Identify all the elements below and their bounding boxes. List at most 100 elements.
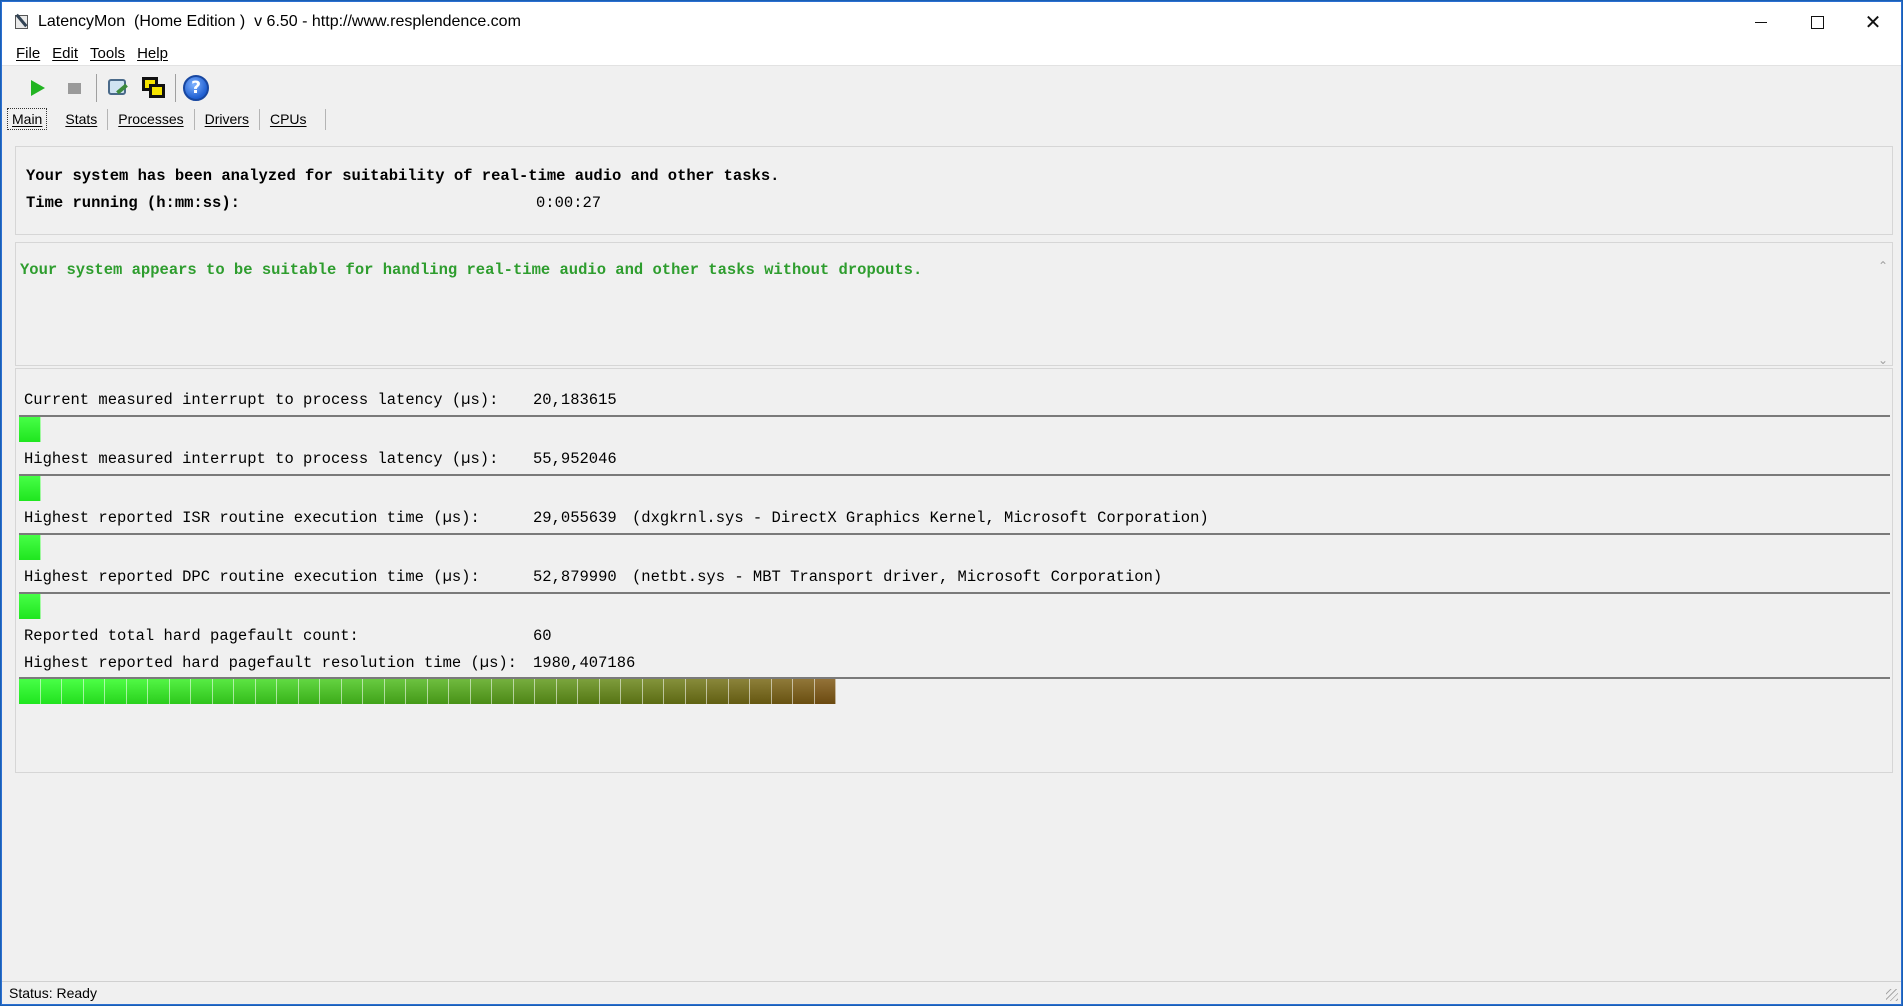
meter-segment (492, 679, 514, 704)
meter-segment (19, 417, 41, 442)
meter-segment (83, 679, 105, 704)
meter-segment (105, 679, 127, 704)
toolbar: ? (2, 71, 216, 105)
metric-value: 29,055639 (533, 509, 617, 527)
pagefault-count-value: 60 (533, 627, 552, 645)
meter-segment (298, 679, 320, 704)
tab-processes[interactable]: Processes (108, 108, 195, 130)
pagefault-time-value: 1980,407186 (533, 654, 636, 672)
menu-help[interactable]: Help (131, 45, 174, 62)
title-bar[interactable]: LatencyMon (Home Edition ) v 6.50 - http… (2, 2, 1901, 42)
help-button[interactable]: ? (180, 72, 212, 104)
meter-segment (642, 679, 664, 704)
meter-segment (814, 679, 836, 704)
metrics-panel: Current measured interrupt to process la… (15, 368, 1893, 773)
menu-edit[interactable]: Edit (46, 45, 84, 62)
metric-label: Highest measured interrupt to process la… (24, 450, 499, 468)
meter-segment (449, 679, 471, 704)
meter-segment (750, 679, 772, 704)
meter-segment (169, 679, 191, 704)
meter-segment (19, 679, 41, 704)
meter-segment (212, 679, 234, 704)
metric-detail: (dxgkrnl.sys - DirectX Graphics Kernel, … (632, 509, 1209, 527)
meter-segment (535, 679, 557, 704)
close-button[interactable]: ✕ (1845, 2, 1901, 42)
latency-meter (19, 415, 1890, 442)
stop-icon (67, 82, 81, 94)
metric-detail: (netbt.sys - MBT Transport driver, Micro… (632, 568, 1163, 586)
dpc-meter (19, 592, 1890, 619)
pagefault-count-label: Reported total hard pagefault count: (24, 627, 359, 645)
analysis-summary: Your system has been analyzed for suitab… (26, 167, 780, 185)
verdict-scrollbar[interactable]: ⌃ ⌄ (1874, 259, 1892, 367)
meter-segment (148, 679, 170, 704)
meter-segment (470, 679, 492, 704)
pagefault-meter (19, 677, 1890, 704)
resize-grip-icon[interactable] (1886, 989, 1898, 1001)
help-icon: ? (183, 75, 209, 101)
verdict-text: Your system appears to be suitable for h… (20, 261, 923, 279)
play-icon (31, 80, 45, 96)
toolbar-separator (96, 74, 97, 102)
meter-segment (384, 679, 406, 704)
minimize-icon (1755, 21, 1767, 23)
latency-meter (19, 474, 1890, 501)
meter-segment (664, 679, 686, 704)
meter-segment (621, 679, 643, 704)
meter-segment (771, 679, 793, 704)
menu-file[interactable]: File (10, 45, 46, 62)
stop-button[interactable] (58, 72, 90, 104)
meter-segment (363, 679, 385, 704)
tab-stats[interactable]: Stats (55, 108, 109, 130)
verdict-panel: Your system appears to be suitable for h… (15, 242, 1893, 367)
metric-label: Current measured interrupt to process la… (24, 391, 499, 409)
tools-button[interactable] (101, 72, 133, 104)
meter-segment (191, 679, 213, 704)
tab-drivers[interactable]: Drivers (195, 108, 260, 130)
meter-segment (62, 679, 84, 704)
meter-segment (556, 679, 578, 704)
minimize-button[interactable] (1733, 2, 1789, 42)
app-icon (15, 13, 31, 30)
start-button[interactable] (22, 72, 54, 104)
tab-cpus[interactable]: CPUs (260, 108, 326, 130)
meter-segment (427, 679, 449, 704)
metric-value: 52,879990 (533, 568, 617, 586)
windows-button[interactable] (137, 72, 169, 104)
meter-segment (320, 679, 342, 704)
tab-main[interactable]: Main (7, 108, 48, 130)
summary-panel: Your system has been analyzed for suitab… (15, 146, 1893, 235)
meter-segment (234, 679, 256, 704)
scroll-down-icon[interactable]: ⌄ (1878, 353, 1888, 367)
metric-value: 20,183615 (533, 391, 617, 409)
meter-segment (707, 679, 729, 704)
metric-label: Highest reported ISR routine execution t… (24, 509, 480, 527)
close-icon: ✕ (1864, 10, 1882, 34)
meter-segment (126, 679, 148, 704)
window-title: LatencyMon (Home Edition ) v 6.50 - http… (38, 13, 521, 30)
app-window: LatencyMon (Home Edition ) v 6.50 - http… (1, 1, 1902, 1005)
toolbar-separator (175, 74, 176, 102)
meter-segment (728, 679, 750, 704)
tab-bar: Main Stats Processes Drivers CPUs (7, 107, 326, 131)
meter-segment (406, 679, 428, 704)
status-text: Status: Ready (9, 985, 97, 1001)
meter-segment (513, 679, 535, 704)
tools-icon (104, 75, 130, 101)
status-bar: Status: Ready (2, 981, 1901, 1004)
menu-bar: File Edit Tools Help (2, 42, 1901, 66)
meter-segment (578, 679, 600, 704)
scroll-up-icon[interactable]: ⌃ (1878, 259, 1888, 273)
windows-icon (140, 75, 166, 101)
meter-segment (599, 679, 621, 704)
pagefault-time-label: Highest reported hard pagefault resoluti… (24, 654, 517, 672)
meter-segment (685, 679, 707, 704)
meter-segment (19, 476, 41, 501)
menu-tools[interactable]: Tools (84, 45, 131, 62)
metric-value: 55,952046 (533, 450, 617, 468)
meter-segment (19, 594, 41, 619)
time-running-value: 0:00:27 (536, 194, 602, 212)
maximize-button[interactable] (1789, 2, 1845, 42)
meter-segment (793, 679, 815, 704)
meter-segment (277, 679, 299, 704)
